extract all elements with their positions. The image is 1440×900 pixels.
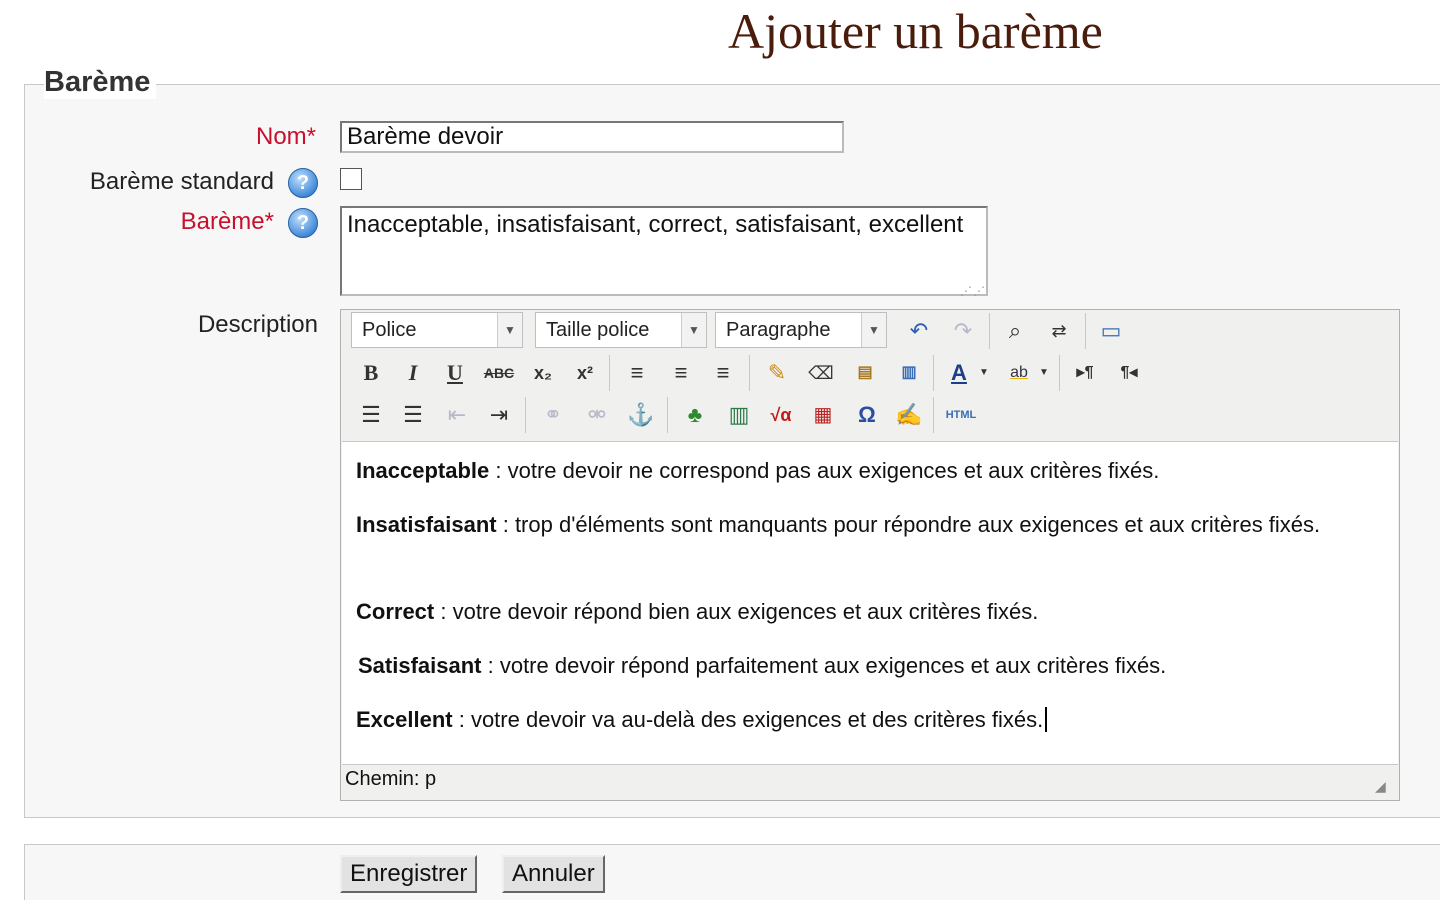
content-text: : votre devoir va au-delà des exigences … [452, 707, 1044, 732]
rtl-icon[interactable]: ¶◂ [1109, 354, 1149, 392]
indent-icon[interactable]: ⇥ [479, 396, 519, 434]
spellcheck-icon[interactable]: ✍ [889, 396, 929, 434]
content-text: : votre devoir répond parfaitement aux e… [481, 653, 1167, 678]
highlight-color-icon[interactable]: ab [999, 354, 1039, 392]
format-select-value: Paragraphe [726, 319, 831, 341]
redo-icon[interactable]: ↷ [943, 312, 983, 350]
toolbar-separator [609, 355, 610, 391]
resize-grip-icon[interactable]: ⋰⋰ [960, 277, 985, 298]
content-text: : trop d'éléments sont manquants pour ré… [496, 512, 1321, 537]
undo-icon[interactable]: ↶ [899, 312, 939, 350]
html-icon[interactable]: HTML [941, 396, 981, 434]
page-title: Ajouter un barème [728, 3, 1103, 59]
anchor-icon[interactable]: ⚓ [621, 396, 661, 434]
table-icon[interactable]: ▦ [803, 396, 843, 434]
bullet-list-icon[interactable]: ☰ [351, 396, 391, 434]
font-select-value: Police [362, 319, 417, 341]
description-label: Description [197, 311, 318, 338]
scale-textarea[interactable]: Inacceptable, insatisfaisant, correct, s… [340, 206, 988, 298]
special-char-icon[interactable]: Ω [847, 396, 887, 434]
toolbar-separator [667, 397, 668, 433]
scale-textarea-value: Inacceptable, insatisfaisant, correct, s… [347, 211, 964, 238]
fullscreen-icon[interactable]: ▭ [1091, 312, 1131, 350]
content-text: : votre devoir ne correspond pas aux exi… [489, 458, 1160, 483]
toolbar-row-2: B I U ABC x₂ x² ≡ ≡ ≡ ✎ ⌫ ▤ ▥ A ▼ ab ▼ ▸… [351, 354, 1391, 392]
replace-icon[interactable]: ⇄ [1039, 312, 1079, 350]
cleanup-icon[interactable]: ✎ [757, 354, 797, 392]
cancel-button[interactable]: Annuler [502, 855, 605, 893]
numbered-list-icon[interactable]: ☰ [393, 396, 433, 434]
toolbar-row-1: Police ▼ Taille police ▼ Paragraphe ▼ ↶ ↷ ⌕… [351, 310, 1391, 350]
chevron-down-icon: ▼ [861, 313, 886, 347]
unlink-icon[interactable]: ⚮ [577, 396, 617, 434]
toolbar-row-3: ☰ ☰ ⇤ ⇥ ⚭ ⚮ ⚓ ♣ ▥ √α ▦ Ω ✍ HTML [351, 396, 1391, 434]
underline-icon[interactable]: U [435, 354, 475, 392]
paste-word-icon[interactable]: ▥ [889, 354, 929, 392]
chevron-down-icon[interactable]: ▼ [1035, 354, 1053, 392]
font-size-select-value: Taille police [546, 319, 650, 341]
rich-text-editor: Police ▼ Taille police ▼ Paragraphe ▼ ↶ ↷ ⌕… [340, 309, 1400, 801]
toolbar-separator [989, 313, 990, 349]
content-paragraph: Inacceptable : votre devoir ne correspon… [356, 456, 1159, 486]
name-label: Nom* [256, 123, 316, 151]
bold-icon[interactable]: B [351, 354, 391, 392]
content-paragraph: Correct : votre devoir répond bien aux e… [356, 597, 1038, 627]
scale-label: Barème* [181, 208, 274, 236]
toolbar-separator [1085, 313, 1086, 349]
standard-checkbox[interactable] [340, 168, 362, 190]
fieldset-legend: Barème [44, 66, 157, 99]
editor-path: Chemin: p [345, 768, 437, 790]
standard-label: Barème standard [89, 168, 274, 195]
help-icon[interactable]: ? [288, 208, 318, 238]
help-icon[interactable]: ? [288, 168, 318, 198]
text-cursor [1045, 707, 1048, 732]
actions-bar [24, 844, 1440, 900]
name-label-text: Nom [255, 123, 307, 150]
find-icon[interactable]: ⌕ [995, 312, 1035, 350]
content-paragraph: Excellent : votre devoir va au-delà des … [356, 705, 1048, 735]
eraser-icon[interactable]: ⌫ [801, 354, 841, 392]
toolbar-separator [1059, 355, 1060, 391]
link-icon[interactable]: ⚭ [533, 396, 573, 434]
align-right-icon[interactable]: ≡ [703, 354, 743, 392]
content-term: Satisfaisant [358, 653, 482, 678]
toolbar-separator [749, 355, 750, 391]
content-paragraph: Insatisfaisant : trop d'éléments sont ma… [356, 510, 1386, 540]
chevron-down-icon[interactable]: ▼ [975, 354, 993, 392]
format-select[interactable]: Paragraphe ▼ [715, 312, 887, 348]
ltr-icon[interactable]: ▸¶ [1065, 354, 1105, 392]
media-icon[interactable]: ▥ [719, 396, 759, 434]
name-input[interactable] [340, 121, 844, 153]
content-term: Insatisfaisant [356, 512, 497, 537]
save-button[interactable]: Enregistrer [340, 855, 478, 893]
font-size-select[interactable]: Taille police ▼ [535, 312, 707, 348]
content-term: Inacceptable [356, 458, 490, 483]
chevron-down-icon: ▼ [681, 313, 706, 347]
strikethrough-icon[interactable]: ABC [479, 354, 519, 392]
align-left-icon[interactable]: ≡ [617, 354, 657, 392]
chevron-down-icon: ▼ [497, 313, 522, 347]
subscript-icon[interactable]: x₂ [523, 354, 563, 392]
image-icon[interactable]: ♣ [675, 396, 715, 434]
editor-content-area[interactable]: Inacceptable : votre devoir ne correspon… [342, 441, 1398, 765]
italic-icon[interactable]: I [393, 354, 433, 392]
resize-grip-icon[interactable]: ◢ [1375, 778, 1395, 798]
font-select[interactable]: Police ▼ [351, 312, 523, 348]
required-star: * [264, 208, 274, 235]
content-term: Excellent [356, 707, 453, 732]
superscript-icon[interactable]: x² [565, 354, 605, 392]
required-star: * [306, 123, 316, 150]
toolbar-separator [933, 355, 934, 391]
equation-icon[interactable]: √α [761, 396, 801, 434]
align-center-icon[interactable]: ≡ [661, 354, 701, 392]
paste-text-icon[interactable]: ▤ [845, 354, 885, 392]
content-text: : votre devoir répond bien aux exigences… [434, 599, 1039, 624]
content-term: Correct [356, 599, 435, 624]
content-paragraph: Satisfaisant : votre devoir répond parfa… [358, 651, 1166, 681]
toolbar-separator [933, 397, 934, 433]
text-color-icon[interactable]: A [939, 354, 979, 392]
outdent-icon[interactable]: ⇤ [437, 396, 477, 434]
toolbar-separator [525, 397, 526, 433]
scale-label-text: Barème [180, 208, 265, 235]
